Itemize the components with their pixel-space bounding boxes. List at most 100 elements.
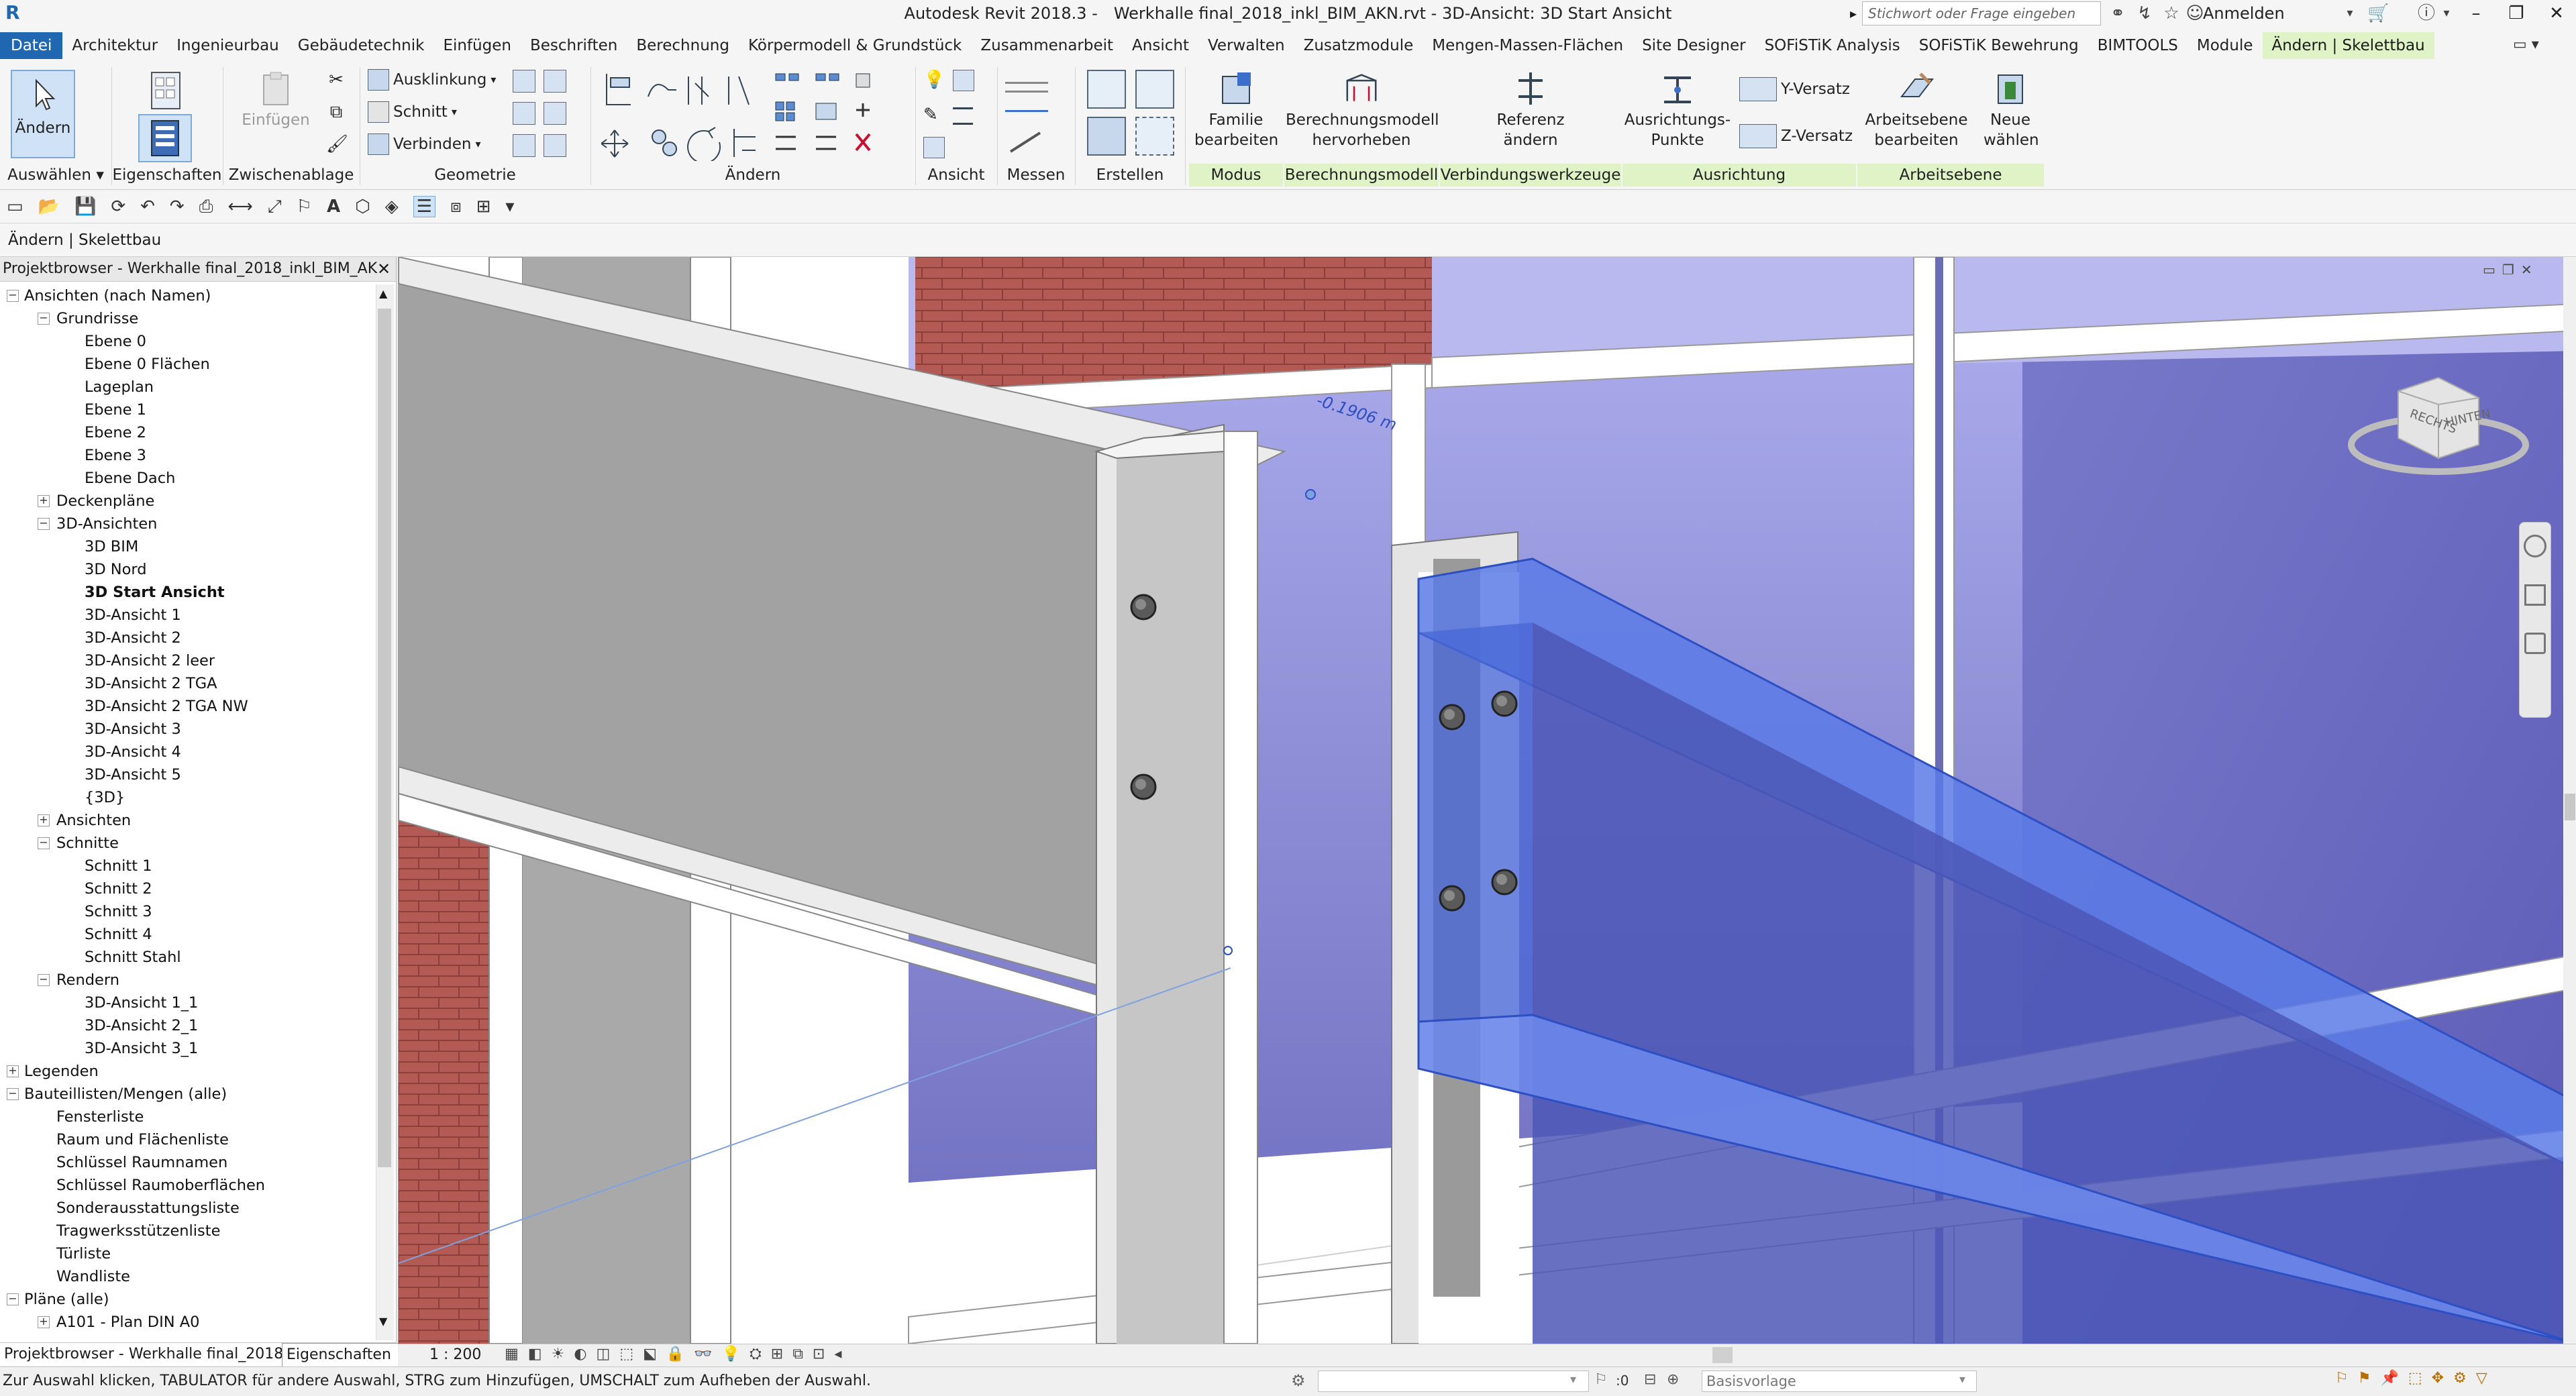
render-icon[interactable]: ◫: [597, 1346, 611, 1364]
qat-customize-icon[interactable]: ▾: [505, 197, 514, 217]
tree-item[interactable]: 3D-Ansicht 5: [85, 763, 181, 786]
star-icon[interactable]: ☆: [2161, 3, 2182, 24]
join-geometry-icon[interactable]: [513, 134, 535, 157]
lock-3d-icon[interactable]: 🔒: [666, 1346, 684, 1364]
y-offset-button[interactable]: Y-Versatz: [1739, 77, 1850, 101]
tree-item[interactable]: Rendern: [56, 969, 119, 991]
select-links-icon[interactable]: ⚐: [2335, 1370, 2349, 1391]
tree-item[interactable]: 3D-Ansicht 1_1: [85, 991, 198, 1014]
select-by-face-icon[interactable]: ⬚: [2408, 1370, 2422, 1391]
modify-reference-button[interactable]: Referenz ändern: [1460, 70, 1601, 150]
highlight-displacement-icon[interactable]: ⧉: [792, 1346, 803, 1364]
tree-expander-icon[interactable]: +: [7, 1065, 19, 1077]
3d-view-icon[interactable]: ⬡: [355, 197, 370, 217]
main-model-icon[interactable]: ⊕: [1667, 1371, 1679, 1388]
tree-item[interactable]: 3D Nord: [85, 558, 147, 581]
tab-gebaeudetechnik[interactable]: Gebäudetechnik: [289, 32, 434, 59]
tree-item[interactable]: Schnitt Stahl: [85, 946, 181, 969]
tree-item[interactable]: Schnitt 4: [85, 923, 152, 946]
hide-element-icon[interactable]: [923, 137, 945, 158]
orbit-icon[interactable]: [2524, 633, 2546, 654]
help-dropdown-icon[interactable]: ▾: [2436, 3, 2457, 24]
zoom-icon[interactable]: [2524, 584, 2546, 606]
join-button[interactable]: Verbinden ▾: [368, 133, 480, 156]
tab-properties[interactable]: Eigenschaften: [282, 1343, 399, 1367]
new-icon[interactable]: ▭: [7, 197, 23, 217]
workset-dropdown[interactable]: [1318, 1371, 1589, 1392]
design-option-arrow-icon[interactable]: ▾: [1959, 1373, 1965, 1387]
measure-icon[interactable]: [1005, 82, 1048, 93]
dimension-icon[interactable]: [1005, 110, 1048, 116]
project-browser-close-icon[interactable]: ✕: [377, 257, 391, 281]
crop-view-icon[interactable]: ⬚: [619, 1346, 633, 1364]
paste-button[interactable]: Einfügen: [239, 70, 313, 130]
tree-item[interactable]: Schlüssel Raumoberflächen: [56, 1174, 265, 1197]
tree-item[interactable]: 3D-Ansichten: [56, 513, 157, 535]
pick-new-host-button[interactable]: Neue wählen: [1983, 70, 2039, 150]
tree-item[interactable]: Wandliste: [56, 1265, 130, 1288]
steering-wheel-icon[interactable]: [2524, 535, 2546, 557]
justification-points-button[interactable]: Ausrichtungs- Punkte: [1624, 70, 1731, 150]
text-icon[interactable]: A: [327, 197, 340, 217]
editing-requests-icon[interactable]: ⚐: [1594, 1371, 1608, 1388]
tree-item[interactable]: Ansichten (nach Namen): [24, 284, 211, 307]
shadows-icon[interactable]: ◐: [574, 1346, 586, 1364]
tree-item[interactable]: Schnitt 3: [85, 900, 152, 923]
type-properties-icon[interactable]: [144, 68, 188, 113]
tree-expander-icon[interactable]: +: [38, 814, 50, 826]
tree-item[interactable]: Ebene Dach: [85, 467, 175, 490]
tab-beschriften[interactable]: Beschriften: [521, 32, 627, 59]
create-part-icon[interactable]: [1087, 117, 1126, 156]
print-icon[interactable]: ⎙: [199, 197, 213, 217]
tree-item[interactable]: Fensterliste: [56, 1106, 144, 1128]
modify-button[interactable]: Ändern: [11, 70, 75, 158]
cut-geometry-button[interactable]: Schnitt ▾: [368, 101, 457, 123]
design-option-dropdown[interactable]: Basisvorlage: [1702, 1371, 1977, 1392]
select-pinned-icon[interactable]: 📌: [2380, 1370, 2398, 1391]
tree-item[interactable]: 3D-Ansicht 3_1: [85, 1037, 198, 1060]
tab-aendern-skelettbau[interactable]: Ändern | Skelettbau: [2262, 32, 2434, 59]
tree-item[interactable]: Ebene 3: [85, 444, 146, 467]
3d-model-scene[interactable]: [399, 257, 2576, 1344]
pick-icon[interactable]: [544, 134, 566, 157]
wall-join-icon[interactable]: [513, 70, 535, 93]
tree-item[interactable]: Schnitt 2: [85, 877, 152, 900]
binoculars-icon[interactable]: ⚭: [2107, 3, 2128, 24]
dimension-qat-icon[interactable]: ⤢: [268, 197, 282, 217]
tab-architektur[interactable]: Architektur: [62, 32, 167, 59]
search-expand-icon[interactable]: ▸: [1850, 5, 1857, 21]
tree-item[interactable]: Ebene 2: [85, 421, 146, 444]
tree-item[interactable]: Schnitt 1: [85, 855, 152, 877]
tree-item[interactable]: 3D-Ansicht 2: [85, 627, 181, 649]
tree-expander-icon[interactable]: −: [7, 290, 19, 302]
tree-item[interactable]: Deckenpläne: [56, 490, 154, 513]
tab-sofistik-bewehrung[interactable]: SOFiSTiK Bewehrung: [1910, 32, 2088, 59]
tree-expander-icon[interactable]: −: [7, 1293, 19, 1305]
scroll-left-icon[interactable]: ◂: [834, 1346, 841, 1364]
tree-item[interactable]: Pläne (alle): [24, 1288, 109, 1311]
viewcube[interactable]: RECHTS HINTEN: [2345, 358, 2532, 492]
background-processes-icon[interactable]: ⚙: [2453, 1370, 2467, 1391]
tab-mengen-massen-flaechen[interactable]: Mengen-Massen-Flächen: [1423, 32, 1633, 59]
scroll-up-icon[interactable]: ▲: [379, 287, 387, 300]
tab-ansicht[interactable]: Ansicht: [1123, 32, 1198, 59]
tree-expander-icon[interactable]: +: [38, 495, 50, 507]
tree-expander-icon[interactable]: +: [38, 1316, 50, 1328]
switch-windows-icon[interactable]: ⊞: [476, 197, 491, 217]
design-options-icon[interactable]: ⊟: [1644, 1371, 1656, 1388]
thin-lines-qat-icon[interactable]: ☰: [413, 196, 436, 217]
tree-item[interactable]: 3D Start Ansicht: [85, 581, 225, 604]
tree-item[interactable]: Ebene 0: [85, 330, 146, 353]
tab-zusatzmodule[interactable]: Zusatzmodule: [1294, 32, 1423, 59]
minimize-icon[interactable]: –: [2456, 0, 2496, 27]
analytical-model-toggle-icon[interactable]: ⊞: [771, 1346, 783, 1364]
horizontal-scroll-thumb[interactable]: [1712, 1347, 1733, 1363]
tree-expander-icon[interactable]: −: [38, 974, 50, 986]
tree-item[interactable]: Ebene 0 Flächen: [85, 353, 210, 376]
reveal-hidden-icon[interactable]: 💡: [722, 1346, 740, 1364]
filter-icon[interactable]: ▽: [2476, 1370, 2487, 1391]
tree-item[interactable]: Schnitte: [56, 832, 119, 855]
tab-zusammenarbeit[interactable]: Zusammenarbeit: [971, 32, 1123, 59]
tree-item[interactable]: 3D BIM: [85, 535, 138, 558]
subscription-icon[interactable]: ↯: [2134, 3, 2155, 24]
